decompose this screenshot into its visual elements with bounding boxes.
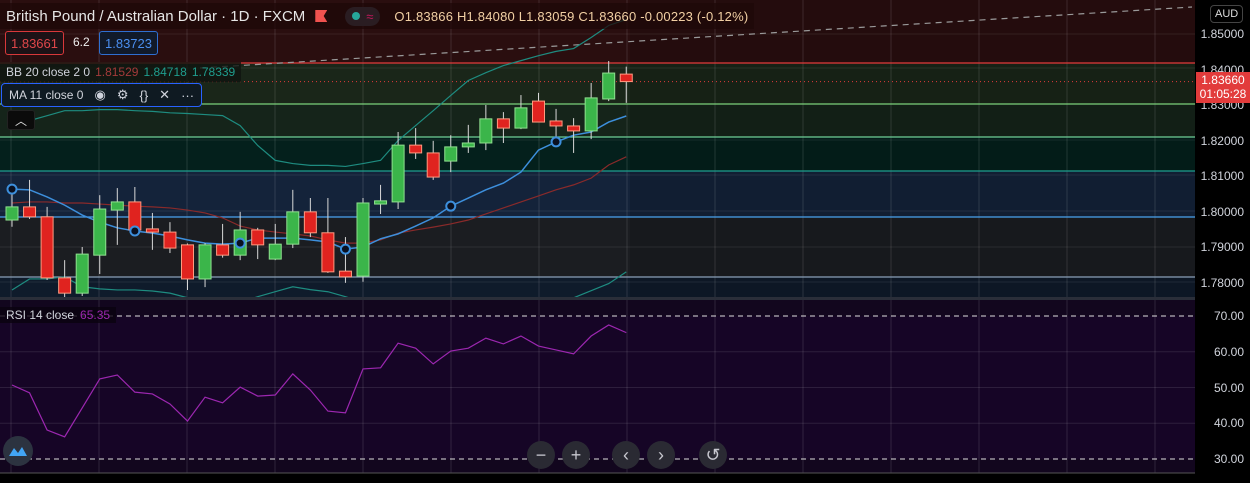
price-tick-label: 1.82000	[1200, 133, 1244, 148]
rsi-tick-label: 60.00	[1213, 344, 1244, 359]
candle-down	[321, 232, 335, 273]
candle-down	[181, 244, 194, 280]
price-tick-label: 1.80000	[1200, 204, 1244, 219]
candle-down	[145, 228, 159, 233]
current-price-tag: 1.83660 01:05:28	[1196, 72, 1250, 103]
candle-up	[5, 206, 19, 221]
candle-down	[549, 120, 563, 127]
sell-button[interactable]: 1.83661	[5, 31, 64, 55]
ohlc-change: -0.00223 (-0.12%)	[640, 8, 749, 24]
bar-countdown: 01:05:28	[1199, 87, 1247, 101]
chevron-up-icon: ︿	[14, 113, 27, 128]
price-tick-label: 1.79000	[1200, 240, 1244, 254]
candle-down	[251, 229, 265, 246]
candle-up	[391, 144, 405, 203]
scroll-right-button[interactable]: ›	[647, 441, 675, 469]
eye-icon[interactable]: ◉	[94, 87, 105, 103]
ma-legend[interactable]: MA 11 close 0 ◉ ⚙ {} ✕ ···	[1, 83, 203, 107]
tradingview-logo-icon[interactable]	[3, 436, 33, 466]
candle-up	[268, 243, 282, 260]
rsi-tick-label: 40.00	[1213, 416, 1244, 431]
symbol-legend: British Pound / Australian Dollar · 1D ·…	[0, 3, 755, 29]
flag-icon[interactable]	[315, 10, 328, 22]
candle-up	[514, 107, 528, 129]
candle-down	[216, 244, 230, 256]
candle-up	[461, 142, 475, 148]
buy-button[interactable]: 1.83723	[99, 31, 158, 55]
rsi-label: RSI 14 close	[6, 308, 75, 322]
zoom-out-button[interactable]: −	[527, 441, 555, 469]
ma-marker	[129, 225, 141, 237]
candle-down	[567, 125, 581, 132]
rsi-value: 65.35	[80, 308, 111, 322]
close-icon[interactable]: ✕	[159, 87, 170, 103]
candle-up	[374, 200, 388, 205]
candle-down	[496, 118, 510, 129]
zoom-in-button[interactable]: +	[562, 441, 590, 469]
ohlc-close: C1.83660	[578, 8, 637, 24]
pane-divider	[0, 297, 1250, 300]
ma-marker	[339, 243, 351, 255]
current-price: 1.83660	[1201, 73, 1245, 87]
candle-down	[409, 144, 423, 154]
candle-up	[584, 97, 598, 132]
candle-down	[58, 277, 72, 294]
ohlc-high: H1.84080	[456, 8, 515, 24]
bb-legend[interactable]: BB 20 close 2 0 1.81529 1.84718 1.78339	[0, 62, 242, 82]
candle-up	[198, 244, 212, 280]
candle-down	[532, 100, 545, 123]
candle-up	[444, 146, 458, 162]
candle-down	[619, 73, 633, 83]
gear-icon[interactable]: ⚙	[117, 87, 129, 103]
candle-down	[303, 211, 317, 234]
currency-label[interactable]: AUD	[1210, 5, 1244, 23]
bb-upper-value: 1.84718	[143, 65, 187, 79]
symbol-title[interactable]: British Pound / Australian Dollar · 1D ·…	[6, 8, 305, 25]
collapse-legend-button[interactable]: ︿	[7, 110, 35, 130]
candle-down	[40, 216, 54, 279]
candle-up	[356, 202, 370, 277]
candle-down	[163, 231, 177, 249]
data-delay-icon: ≈	[366, 8, 374, 24]
chevron-left-icon: ‹	[623, 444, 629, 465]
ma-marker	[234, 237, 246, 249]
scroll-left-button[interactable]: ‹	[612, 441, 640, 469]
bb-label: BB 20 close 2 0	[6, 65, 91, 79]
candle-down	[426, 152, 440, 178]
spread-value: 6.2	[73, 35, 90, 49]
plus-icon: +	[570, 444, 582, 465]
ohlc-values: O1.83866 H1.84080 L1.83059 C1.83660 -0.0…	[394, 9, 748, 24]
candle-up	[93, 208, 107, 256]
candle-up	[110, 201, 124, 211]
candle-down	[338, 270, 352, 278]
candle-up	[286, 211, 300, 245]
candle-up	[75, 253, 89, 294]
more-icon[interactable]: ···	[181, 88, 194, 103]
ma-marker	[445, 200, 457, 212]
rsi-legend[interactable]: RSI 14 close 65.35	[0, 307, 117, 323]
price-tick-label: 1.81000	[1200, 169, 1244, 183]
rsi-tick-label: 70.00	[1213, 309, 1244, 323]
ohlc-open: O1.83866	[394, 8, 454, 24]
price-tick-label: 1.85000	[1200, 27, 1244, 41]
bb-lower-value: 1.78339	[191, 65, 236, 79]
reset-chart-button[interactable]: ↺	[699, 441, 727, 469]
candle-up	[479, 118, 493, 144]
source-code-icon[interactable]: {}	[139, 88, 148, 103]
market-status-pill[interactable]: ≈	[345, 6, 381, 26]
price-tick-label: 1.78000	[1200, 275, 1244, 290]
ma-marker	[6, 183, 18, 195]
bb-basis-value: 1.81529	[95, 65, 139, 79]
minus-icon: −	[535, 444, 547, 465]
reset-icon: ↺	[705, 444, 721, 465]
candle-up	[602, 72, 616, 100]
ma-marker	[550, 136, 562, 148]
market-open-dot-icon	[352, 12, 361, 20]
ma-label: MA 11 close 0	[9, 88, 84, 102]
chevron-right-icon: ›	[658, 444, 664, 465]
candle-down	[23, 206, 37, 218]
ohlc-low: L1.83059	[518, 8, 575, 24]
rsi-tick-label: 50.00	[1213, 380, 1244, 395]
rsi-tick-label: 30.00	[1213, 452, 1244, 466]
